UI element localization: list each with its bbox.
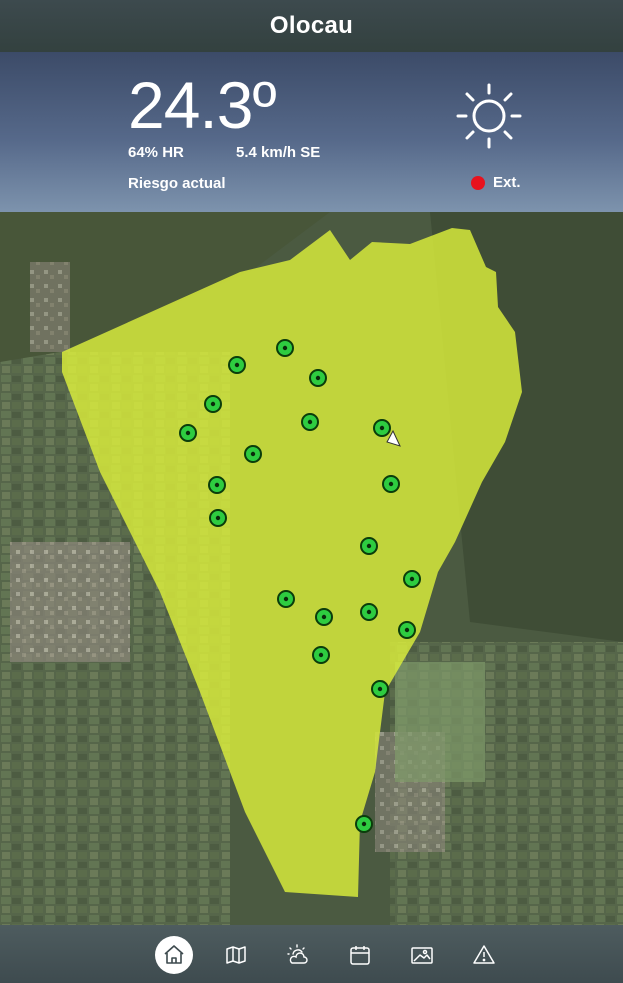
town-northwest	[30, 262, 70, 352]
sensor-marker[interactable]	[204, 395, 222, 413]
sensor-marker[interactable]	[360, 603, 378, 621]
sensor-marker[interactable]	[382, 475, 400, 493]
nav-calendar[interactable]	[341, 936, 379, 974]
town-west	[10, 542, 130, 662]
sensor-marker[interactable]	[277, 590, 295, 608]
sensor-marker[interactable]	[209, 509, 227, 527]
bottom-nav	[0, 925, 623, 983]
sensor-marker[interactable]	[355, 815, 373, 833]
nav-weather[interactable]	[279, 936, 317, 974]
map-canvas[interactable]	[0, 212, 623, 925]
sensor-marker[interactable]	[373, 419, 391, 437]
page-title: Olocau	[269, 12, 354, 39]
sensor-marker[interactable]	[360, 537, 378, 555]
sensor-marker[interactable]	[315, 608, 333, 626]
nav-home[interactable]	[155, 936, 193, 974]
calendar-icon	[350, 946, 370, 965]
sensor-marker[interactable]	[403, 570, 421, 588]
sensor-marker[interactable]	[179, 424, 197, 442]
nav-alerts[interactable]	[465, 936, 503, 974]
sensor-marker[interactable]	[208, 476, 226, 494]
temperature-value: 24.3º	[128, 68, 277, 142]
weather-icon	[287, 944, 308, 964]
map-icon	[226, 946, 246, 964]
risk-level: Ext.	[471, 174, 521, 191]
map-view[interactable]	[0, 212, 623, 925]
sensor-marker[interactable]	[301, 413, 319, 431]
sensor-marker[interactable]	[276, 339, 294, 357]
warning-icon	[473, 945, 495, 964]
gallery-icon	[411, 947, 433, 964]
sensor-marker[interactable]	[309, 369, 327, 387]
sensor-marker[interactable]	[228, 356, 246, 374]
sensor-marker[interactable]	[371, 680, 389, 698]
orchards-east	[395, 662, 485, 782]
sensor-marker[interactable]	[398, 621, 416, 639]
nav-gallery[interactable]	[403, 936, 441, 974]
risk-indicator-dot	[471, 175, 485, 190]
home-icon	[164, 945, 184, 964]
wind-value: 5.4 km/h SE	[236, 144, 321, 161]
humidity-value: 64% HR	[128, 144, 184, 161]
sun-icon	[456, 83, 522, 149]
weather-panel: 24.3º 64% HR 5.4 km/h SE Riesgo actual E…	[0, 52, 623, 212]
sensor-marker[interactable]	[312, 646, 330, 664]
risk-value: Ext.	[493, 174, 521, 191]
title-bar: Olocau	[0, 0, 623, 52]
nav-map[interactable]	[217, 936, 255, 974]
risk-label: Riesgo actual	[128, 175, 226, 192]
sensor-marker[interactable]	[244, 445, 262, 463]
